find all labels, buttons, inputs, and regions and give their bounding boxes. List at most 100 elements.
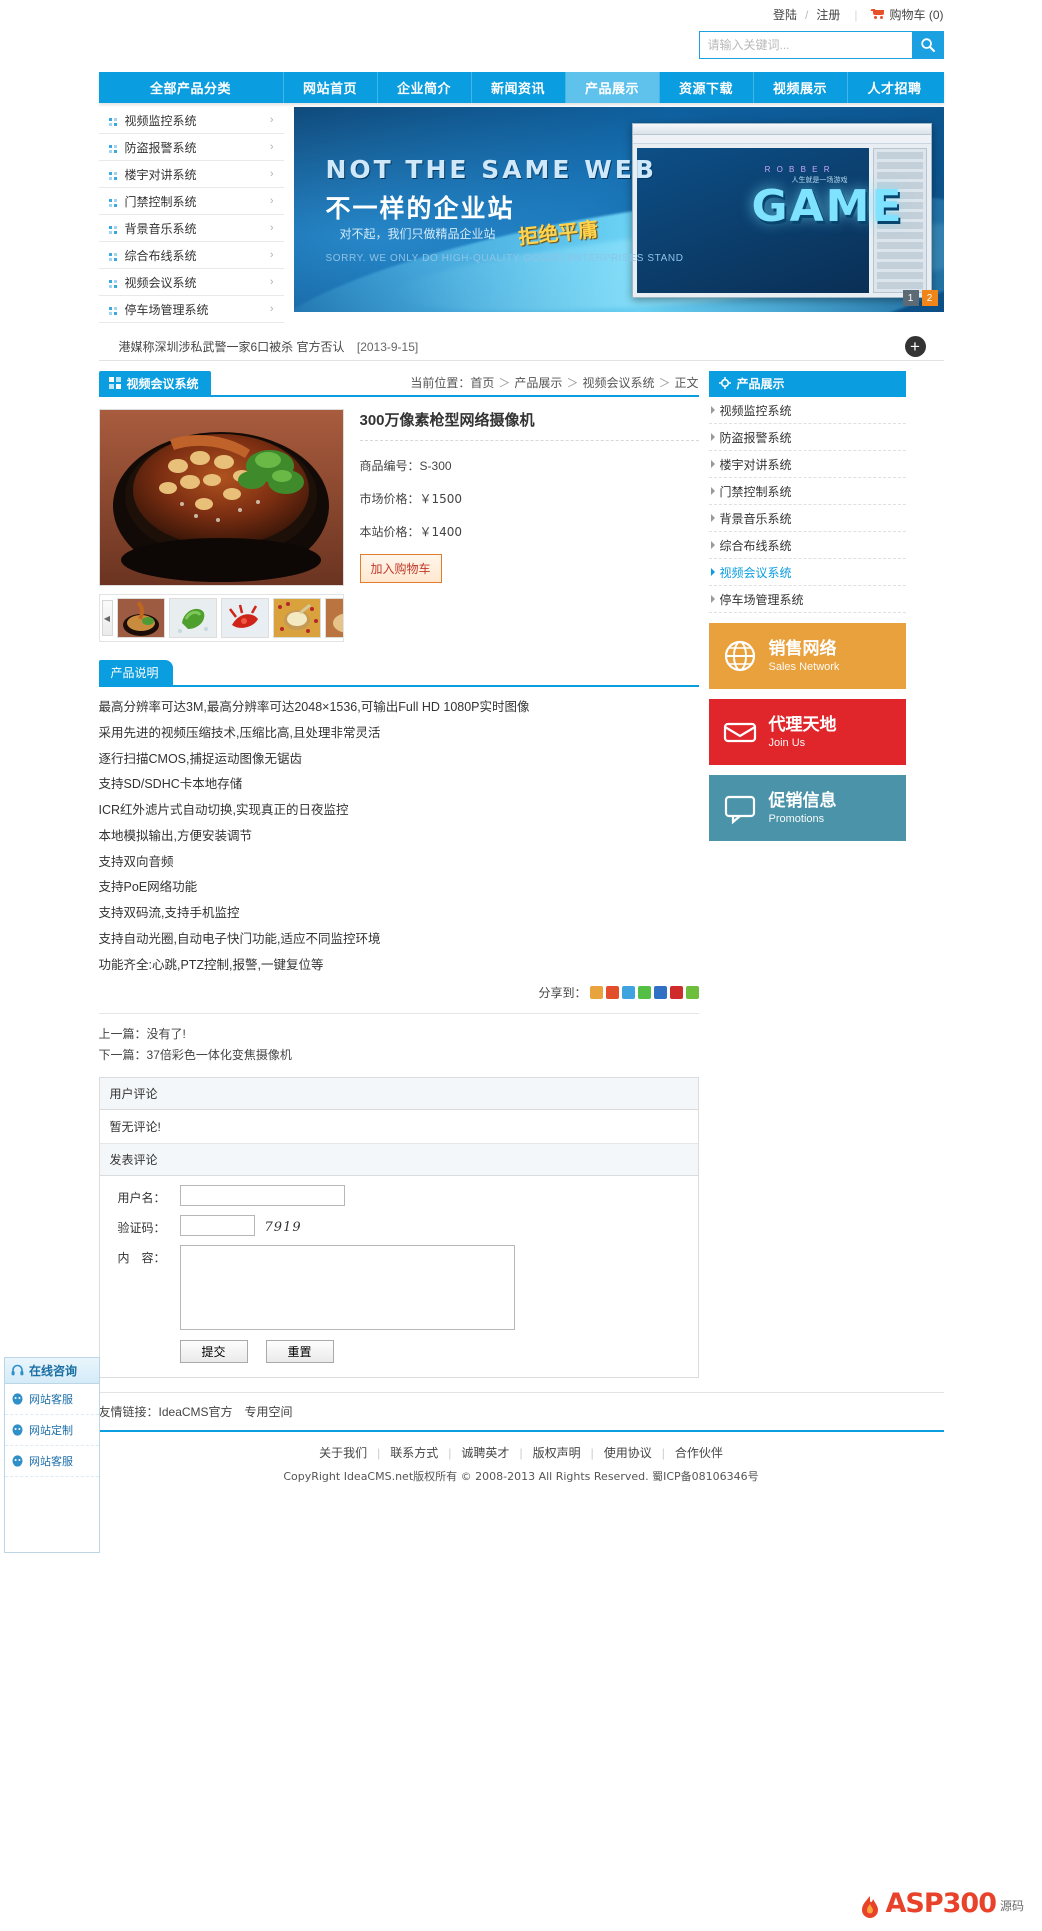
chat-item-2[interactable]: 网站客服: [5, 1446, 99, 1477]
cart-link[interactable]: 购物车 (0): [871, 6, 944, 23]
friend-link-1[interactable]: 专用空间: [245, 1405, 293, 1419]
username-label: 用户名：: [117, 1191, 166, 1206]
section-tab-label: 视频会议系统: [126, 376, 199, 391]
captcha-code[interactable]: 7919: [265, 1215, 302, 1235]
qq-icon[interactable]: [621, 986, 635, 1000]
category-item-1[interactable]: 防盗报警系统 ›: [98, 134, 284, 161]
banner-dot-2[interactable]: 2: [921, 290, 938, 306]
right-sidebar-item-2[interactable]: 楼宇对讲系统: [708, 451, 906, 478]
right-sidebar-item-5[interactable]: 综合布线系统: [708, 532, 906, 559]
next-article[interactable]: 下一篇：37倍彩色一体化变焦摄像机: [99, 1045, 699, 1065]
username-input[interactable]: [179, 1185, 345, 1207]
reset-button[interactable]: 重置: [265, 1340, 334, 1364]
prev-article[interactable]: 上一篇：没有了!: [99, 1024, 699, 1044]
login-separator: /: [805, 7, 809, 22]
chat-item-0[interactable]: 网站客服: [5, 1384, 99, 1415]
nav-item-5[interactable]: 资源下载: [660, 72, 754, 103]
product-thumbnail[interactable]: [116, 598, 165, 638]
footer-nav-item-4[interactable]: 使用协议: [604, 1446, 652, 1460]
hero-banner[interactable]: R O B B E R 人生就是一场游戏 GAME NOT THE SAME W…: [293, 107, 944, 312]
login-link[interactable]: 登陆: [773, 6, 797, 23]
category-item-4[interactable]: 背景音乐系统 ›: [98, 215, 284, 242]
next-label: 下一篇：: [98, 1047, 147, 1062]
speech-bubble-icon: [723, 791, 757, 825]
expand-plus-icon[interactable]: +: [904, 336, 926, 357]
section-tab[interactable]: 视频会议系统: [98, 371, 211, 395]
product-thumbnail[interactable]: [324, 598, 343, 638]
product-thumbnail[interactable]: [220, 598, 269, 638]
chevron-right-icon: ›: [269, 249, 274, 261]
wechat-icon[interactable]: [637, 986, 651, 1000]
promo-block-1[interactable]: 代理天地 Join Us: [708, 699, 906, 765]
market-price-label: 市场价格：: [359, 492, 420, 506]
captcha-input[interactable]: [179, 1215, 255, 1237]
breadcrumb-item-2[interactable]: 视频会议系统: [582, 376, 654, 390]
right-sidebar-item-4[interactable]: 背景音乐系统: [708, 505, 906, 532]
right-sidebar-item-6[interactable]: 视频会议系统: [708, 559, 906, 586]
promo-block-0[interactable]: 销售网络 Sales Network: [708, 623, 906, 689]
douban-icon[interactable]: [669, 986, 683, 1000]
promo-block-2[interactable]: 促销信息 Promotions: [708, 775, 906, 841]
chat-item-1[interactable]: 网站定制: [5, 1415, 99, 1446]
footer-nav-item-3[interactable]: 版权声明: [533, 1446, 581, 1460]
nav-item-1[interactable]: 网站首页: [284, 72, 378, 103]
right-sidebar-item-3[interactable]: 门禁控制系统: [708, 478, 906, 505]
nav-item-4[interactable]: 产品展示: [565, 72, 660, 103]
grid-dots-icon: [108, 224, 118, 234]
register-link[interactable]: 注册: [816, 6, 840, 23]
description-tab[interactable]: 产品说明: [98, 660, 173, 685]
post-comment-header: 发表评论: [99, 1144, 698, 1177]
breadcrumb-item-0[interactable]: 首页: [470, 376, 494, 390]
renren-icon[interactable]: [653, 986, 667, 1000]
qzone-icon[interactable]: [605, 986, 619, 1000]
thumbnail-prev-arrow[interactable]: ◀: [101, 600, 113, 636]
category-item-7[interactable]: 停车场管理系统 ›: [98, 296, 284, 323]
footer-nav-item-0[interactable]: 关于我们: [319, 1446, 367, 1460]
nav-item-6[interactable]: 视频展示: [754, 72, 848, 103]
category-item-0[interactable]: 视频监控系统 ›: [98, 107, 284, 134]
grid-dots-icon: [108, 170, 118, 180]
category-item-3[interactable]: 门禁控制系统 ›: [98, 188, 284, 215]
right-sidebar-item-1[interactable]: 防盗报警系统: [708, 424, 906, 451]
footer-nav-item-5[interactable]: 合作伙伴: [675, 1446, 723, 1460]
search-button[interactable]: [911, 31, 944, 59]
nav-item-2[interactable]: 企业简介: [378, 72, 472, 103]
content-row: 内 容：: [100, 1236, 698, 1331]
comment-textarea[interactable]: [179, 1245, 515, 1331]
description-line-1: 采用先进的视频压缩技术,压缩比高,且处理非常灵活: [98, 725, 381, 740]
breadcrumb-item-1[interactable]: 产品展示: [514, 376, 562, 390]
chevron-right-icon: ›: [269, 141, 274, 153]
category-item-label: 防盗报警系统: [124, 140, 197, 155]
category-item-6[interactable]: 视频会议系统 ›: [98, 269, 284, 296]
banner-line-5: SORRY. WE ONLY DO HIGH-QUALITY GOODS ENT…: [325, 253, 684, 264]
search-input[interactable]: [698, 31, 912, 59]
right-sidebar-item-0[interactable]: 视频监控系统: [708, 397, 906, 424]
grid-dots-icon: [108, 305, 118, 315]
footer-nav-item-2[interactable]: 诚聘英才: [461, 1446, 509, 1460]
news-ticker: 港媒称深圳涉私武警一家6口被杀 官方否认 [2013-9-15] +: [98, 333, 944, 361]
grid-dots-icon: [108, 143, 118, 153]
more-share-icon[interactable]: [685, 986, 699, 1000]
submit-button[interactable]: 提交: [179, 1340, 248, 1364]
market-price-value: ￥1500: [419, 492, 463, 506]
nav-item-7[interactable]: 人才招聘: [848, 72, 942, 103]
product-thumbnail[interactable]: [168, 598, 217, 638]
friend-link-0[interactable]: IdeaCMS官方: [159, 1405, 233, 1419]
category-item-5[interactable]: 综合布线系统 ›: [98, 242, 284, 269]
grid-dots-icon: [108, 197, 118, 207]
add-to-cart-button[interactable]: 加入购物车: [359, 554, 442, 583]
right-sidebar-item-7[interactable]: 停车场管理系统: [708, 586, 906, 613]
share-bar: 分享到：: [99, 984, 699, 1001]
banner-line-2: 不一样的企业站: [325, 195, 515, 223]
category-item-2[interactable]: 楼宇对讲系统 ›: [98, 161, 284, 188]
news-ticker-text[interactable]: 港媒称深圳涉私武警一家6口被杀 官方否认 [2013-9-15]: [99, 338, 419, 355]
nav-item-0[interactable]: 全部产品分类: [99, 72, 284, 103]
footer-nav-item-1[interactable]: 联系方式: [390, 1446, 438, 1460]
banner-dot-1[interactable]: 1: [902, 290, 919, 306]
product-thumbnail[interactable]: [272, 598, 321, 638]
footer-nav-separator: |: [519, 1446, 523, 1461]
chevron-right-icon: ›: [269, 276, 274, 288]
sina-weibo-icon[interactable]: [589, 986, 603, 1000]
nav-item-3[interactable]: 新闻资讯: [472, 72, 566, 103]
product-main-image[interactable]: [98, 409, 344, 586]
